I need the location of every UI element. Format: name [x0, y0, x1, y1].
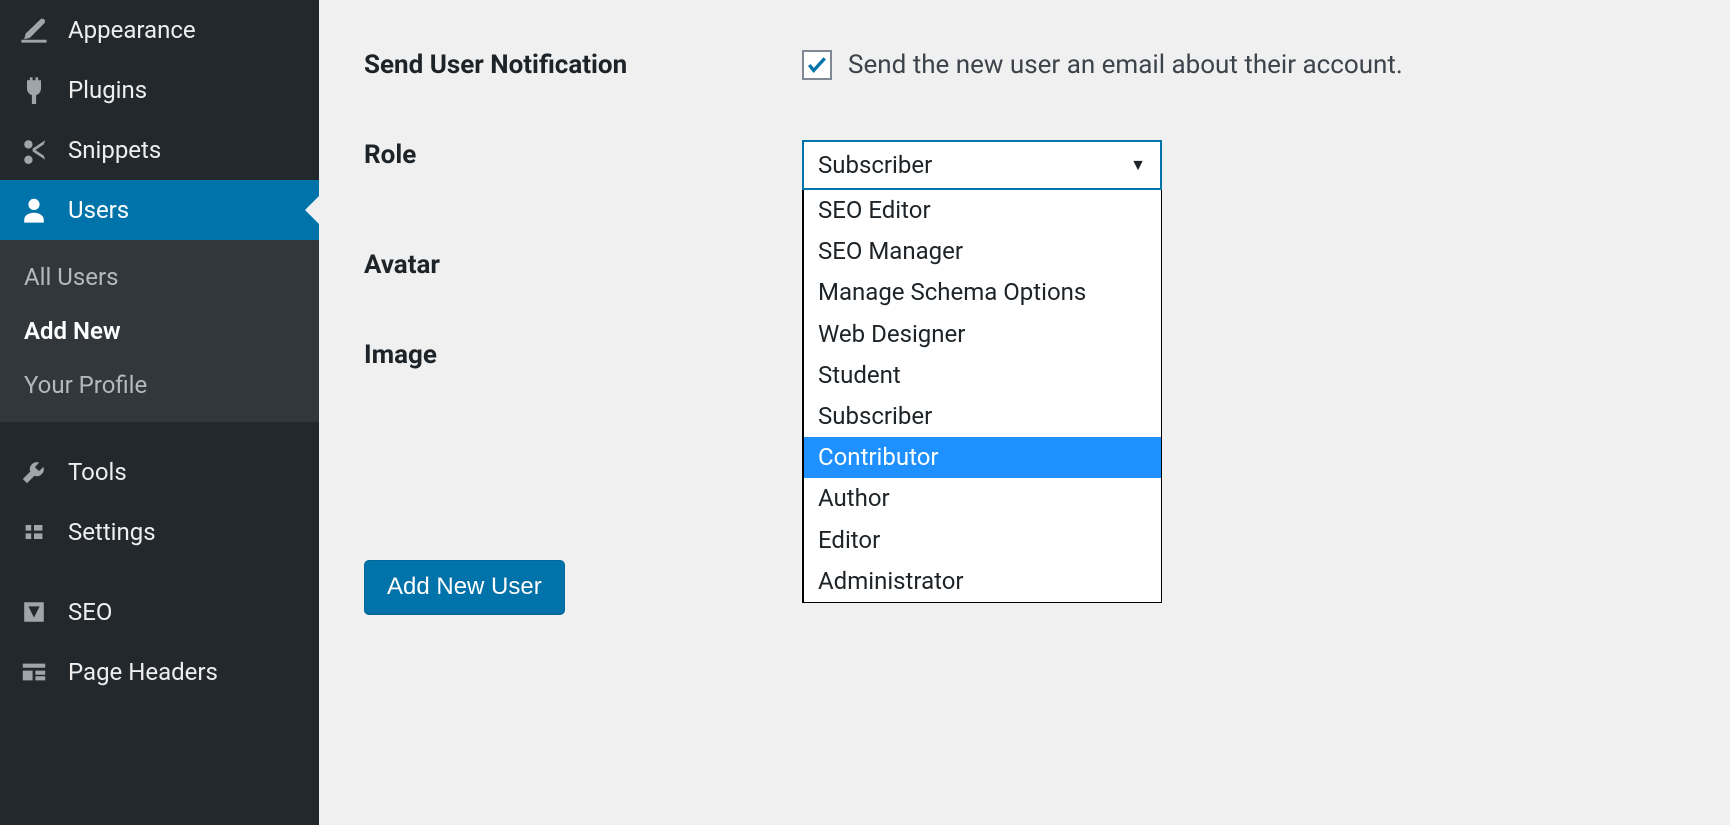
sidebar-item-tools[interactable]: Tools [0, 442, 319, 502]
sidebar-item-plugins[interactable]: Plugins [0, 60, 319, 120]
submenu-all-users[interactable]: All Users [0, 250, 319, 304]
submenu-your-profile[interactable]: Your Profile [0, 358, 319, 412]
sidebar-item-users[interactable]: Users [0, 180, 319, 240]
sidebar-item-label: Tools [68, 458, 127, 486]
submenu-add-new[interactable]: Add New [0, 304, 319, 358]
sidebar-item-label: Appearance [68, 16, 196, 44]
notification-label: Send User Notification [364, 50, 802, 80]
role-option[interactable]: Editor [804, 520, 1161, 561]
tools-icon [20, 458, 68, 486]
role-option[interactable]: Manage Schema Options [804, 272, 1161, 313]
sidebar-separator [0, 422, 319, 442]
page-headers-icon [20, 658, 68, 686]
role-dropdown: SEO Editor SEO Manager Manage Schema Opt… [802, 190, 1162, 603]
sidebar-item-appearance[interactable]: Appearance [0, 0, 319, 60]
role-select[interactable]: Subscriber ▼ [802, 140, 1162, 190]
role-option[interactable]: Student [804, 355, 1161, 396]
users-icon [20, 196, 68, 224]
sidebar-item-label: Plugins [68, 76, 147, 104]
sidebar-item-label: Snippets [68, 136, 161, 164]
role-option[interactable]: Web Designer [804, 314, 1161, 355]
notification-text: Send the new user an email about their a… [848, 50, 1403, 80]
sidebar-item-label: SEO [68, 598, 112, 626]
role-option[interactable]: SEO Manager [804, 231, 1161, 272]
role-selected-value: Subscriber [818, 151, 932, 179]
role-option[interactable]: SEO Editor [804, 190, 1161, 231]
sidebar-item-label: Users [68, 196, 129, 224]
role-option[interactable]: Subscriber [804, 396, 1161, 437]
appearance-icon [20, 16, 68, 44]
users-submenu: All Users Add New Your Profile [0, 240, 319, 422]
sidebar-item-label: Page Headers [68, 658, 218, 686]
role-row: Role Subscriber ▼ SEO Editor SEO Manager… [364, 140, 1685, 190]
image-label: Image [364, 340, 802, 370]
sidebar-item-settings[interactable]: Settings [0, 502, 319, 562]
role-option[interactable]: Author [804, 478, 1161, 519]
notification-checkbox[interactable] [802, 50, 832, 80]
notification-row: Send User Notification Send the new user… [364, 50, 1685, 80]
sidebar-item-page-headers[interactable]: Page Headers [0, 642, 319, 702]
seo-icon [20, 598, 68, 626]
sidebar-separator [0, 562, 319, 582]
role-label: Role [364, 140, 802, 170]
sidebar-item-snippets[interactable]: Snippets [0, 120, 319, 180]
chevron-down-icon: ▼ [1130, 155, 1146, 175]
settings-icon [20, 518, 68, 546]
snippets-icon [20, 136, 68, 164]
sidebar-item-seo[interactable]: SEO [0, 582, 319, 642]
admin-sidebar: Appearance Plugins Snippets Users All Us… [0, 0, 319, 825]
role-option[interactable]: Administrator [804, 561, 1161, 602]
main-content: Send User Notification Send the new user… [319, 0, 1730, 825]
sidebar-item-label: Settings [68, 518, 156, 546]
avatar-label: Avatar [364, 250, 802, 280]
role-option[interactable]: Contributor [804, 437, 1161, 478]
add-new-user-button[interactable]: Add New User [364, 560, 565, 614]
plugins-icon [20, 76, 68, 104]
